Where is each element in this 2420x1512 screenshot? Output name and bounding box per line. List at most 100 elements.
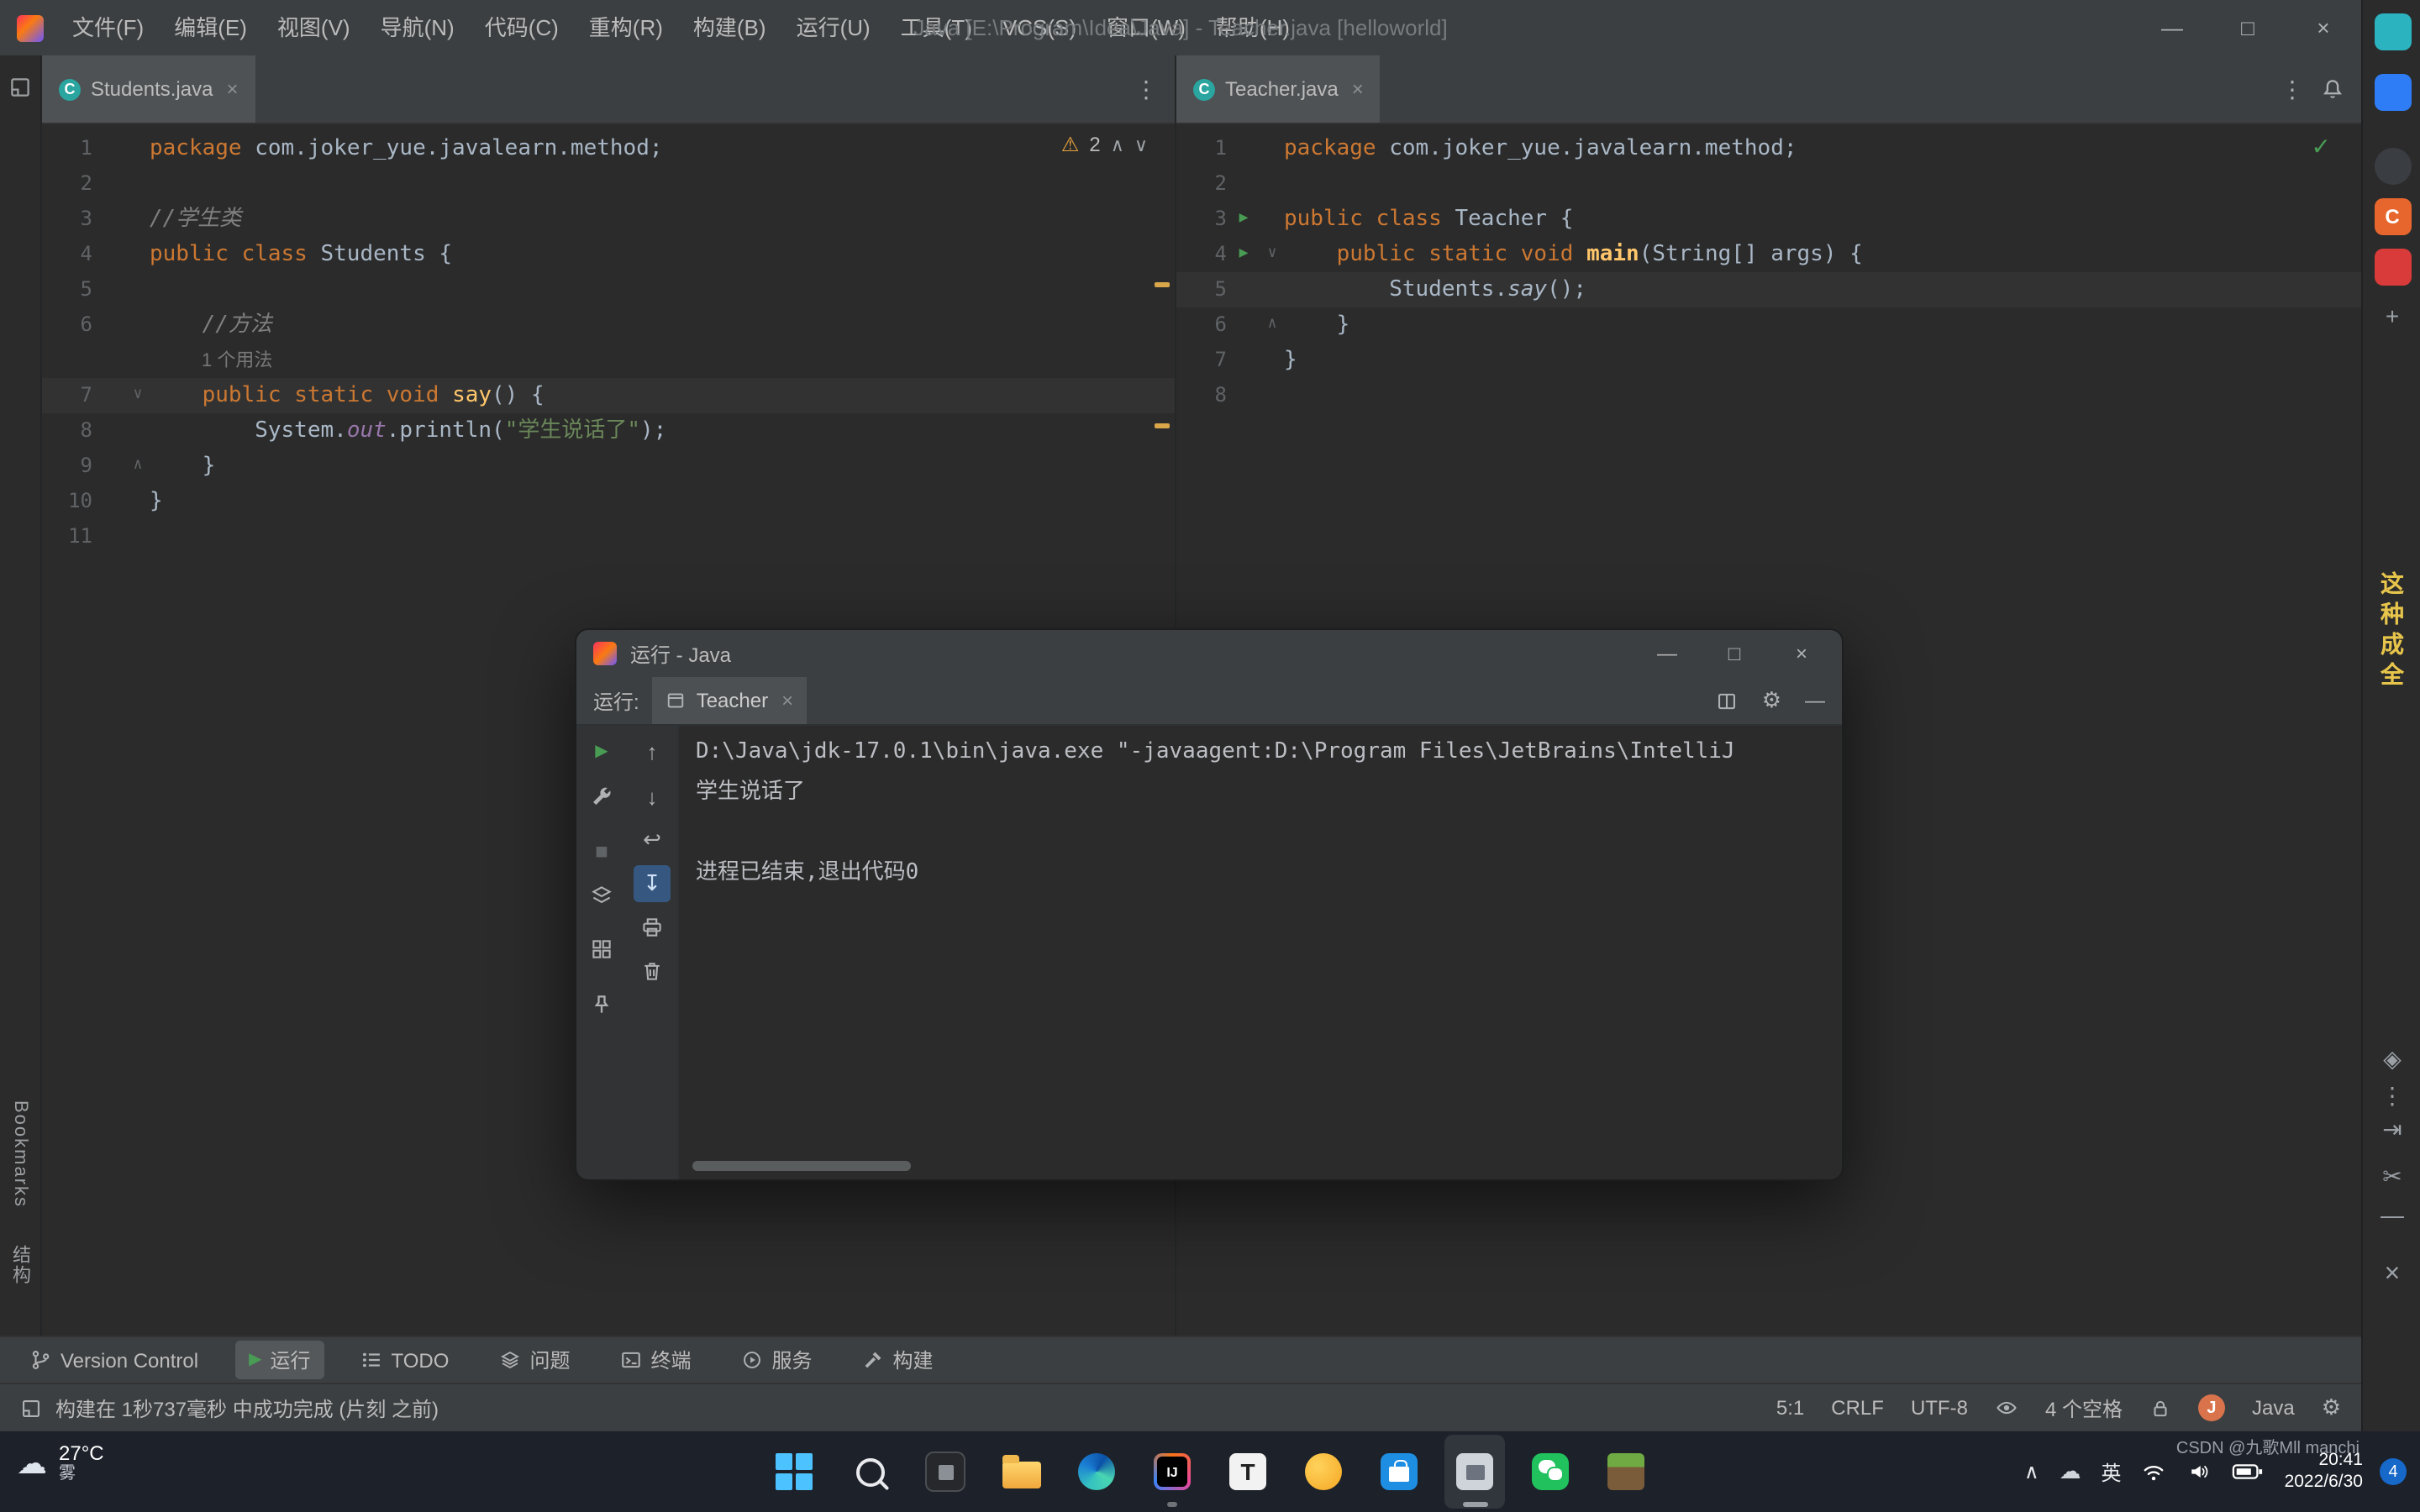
edit-configuration-wrench-icon[interactable] <box>583 778 620 815</box>
language-label[interactable]: Java <box>2252 1396 2295 1420</box>
sidebar-app-icon-3[interactable] <box>2374 148 2411 185</box>
tab-close-icon[interactable]: × <box>781 689 793 712</box>
close-icon[interactable]: × <box>2286 0 2361 55</box>
menu-item-navigate[interactable]: 导航(N) <box>366 0 470 55</box>
code-line[interactable]: 1package com.joker_yue.javalearn.method; <box>42 131 1175 166</box>
inspections-widget[interactable]: ⚠ 2 ∧ ∨ <box>1061 133 1148 156</box>
toolbtn-terminal[interactable]: 终端 <box>607 1341 704 1379</box>
sidebar-close-icon[interactable]: × <box>2385 1260 2401 1290</box>
tab-close-icon[interactable]: × <box>226 77 238 101</box>
snipping-tool-button[interactable] <box>1444 1435 1505 1509</box>
menu-item-file[interactable]: 文件(F) <box>57 0 159 55</box>
run-gutter-icon[interactable]: ▶ <box>1227 237 1260 272</box>
sidebar-app-icon-c[interactable]: C <box>2374 198 2411 235</box>
fold-icon[interactable]: ∨ <box>1260 237 1284 272</box>
task-view-button[interactable] <box>915 1435 976 1509</box>
minecraft-button[interactable] <box>1596 1435 1656 1509</box>
toolbtn-run[interactable]: ▶ 运行 <box>235 1341 324 1379</box>
rerun-button[interactable]: ▶ <box>583 732 620 769</box>
horizontal-scrollbar[interactable] <box>692 1161 911 1171</box>
tool-window-switcher-icon[interactable] <box>20 1397 42 1419</box>
run-tab-teacher[interactable]: Teacher × <box>653 677 807 724</box>
code-line[interactable]: 2 <box>1176 166 2361 202</box>
code-line[interactable]: 8 System.out.println("学生说话了"); <box>42 413 1175 449</box>
read-only-lock-icon[interactable] <box>2149 1397 2171 1419</box>
intellij-taskbar-button[interactable]: IJ <box>1142 1435 1202 1509</box>
sidebar-app-icon-5[interactable] <box>2374 249 2411 286</box>
pin-icon[interactable] <box>583 986 620 1023</box>
status-message[interactable]: 构建在 1秒737毫秒 中成功完成 (片刻 之前) <box>55 1394 439 1422</box>
code-line[interactable]: 10} <box>42 484 1175 519</box>
menu-item-run[interactable]: 运行(U) <box>781 0 886 55</box>
code-line[interactable]: 3//学生类 <box>42 202 1175 237</box>
user-avatar[interactable]: J <box>2198 1394 2225 1421</box>
code-line[interactable]: 9∧ } <box>42 449 1175 484</box>
toolbtn-todo[interactable]: TODO <box>348 1343 463 1377</box>
project-tool-icon[interactable] <box>8 76 32 99</box>
print-icon[interactable] <box>634 909 671 946</box>
search-button[interactable] <box>839 1435 900 1509</box>
close-icon[interactable]: × <box>1768 630 1835 677</box>
edge-button[interactable] <box>1066 1435 1127 1509</box>
sidebar-add-icon[interactable]: + <box>2386 302 2399 329</box>
run-console[interactable]: D:\Java\jdk-17.0.1\bin\java.exe "-javaag… <box>679 726 1842 1179</box>
tab-options-icon[interactable]: ⋮ <box>2264 75 2321 103</box>
menu-item-edit[interactable]: 编辑(E) <box>159 0 262 55</box>
split-view-icon[interactable] <box>1717 690 1739 711</box>
notifications-bell-icon[interactable] <box>2321 77 2361 101</box>
code-line[interactable]: 6 //方法 <box>42 307 1175 343</box>
code-line[interactable]: 8 <box>1176 378 2361 413</box>
indent-style[interactable]: 4 个空格 <box>2045 1394 2123 1422</box>
volume-icon[interactable] <box>2187 1460 2212 1483</box>
tray-expand-icon[interactable]: ∧ <box>2024 1460 2039 1483</box>
code-line[interactable]: 4public class Students { <box>42 237 1175 272</box>
caret-position[interactable]: 5:1 <box>1776 1396 1804 1420</box>
soft-wrap-icon[interactable]: ↩ <box>634 822 671 858</box>
layout-icon[interactable] <box>583 931 620 968</box>
run-gutter-icon[interactable]: ▶ <box>1227 202 1260 237</box>
stop-button[interactable]: ■ <box>583 832 620 869</box>
onedrive-cloud-icon[interactable]: ☁ <box>2060 1458 2081 1485</box>
hide-icon[interactable]: — <box>1805 689 1825 712</box>
typora-button[interactable]: T <box>1218 1435 1278 1509</box>
file-encoding[interactable]: UTF-8 <box>1911 1396 1968 1420</box>
maximize-icon[interactable]: □ <box>1701 630 1768 677</box>
fold-icon[interactable]: ∧ <box>126 449 150 484</box>
run-window-titlebar[interactable]: 运行 - Java — □ × <box>576 630 1842 677</box>
settings-gear-icon[interactable]: ⚙ <box>2322 1394 2341 1421</box>
maximize-icon[interactable]: □ <box>2210 0 2286 55</box>
sidebar-more-icon[interactable]: ⋮ <box>2381 1082 2404 1110</box>
bookmarks-tool-button[interactable]: Bookmarks <box>10 1100 30 1208</box>
minimize-icon[interactable]: — <box>2134 0 2210 55</box>
battery-icon[interactable] <box>2233 1462 2265 1482</box>
code-line[interactable]: 4▶∨ public static void main(String[] arg… <box>1176 237 2361 272</box>
sidebar-app-icon-1[interactable] <box>2374 13 2411 50</box>
highlight-level-icon[interactable] <box>1995 1396 2018 1420</box>
wifi-icon[interactable] <box>2142 1461 2167 1483</box>
code-line[interactable]: 1package com.joker_yue.javalearn.method; <box>1176 131 2361 166</box>
dump-threads-icon[interactable] <box>583 877 620 914</box>
inspections-ok-icon[interactable]: ✓ <box>2312 133 2331 161</box>
sidebar-cut-icon[interactable]: ✂ <box>2382 1163 2402 1191</box>
sidebar-app-icon-2[interactable] <box>2374 74 2411 111</box>
code-line[interactable]: 11 <box>42 519 1175 554</box>
ime-indicator[interactable]: 英 <box>2102 1457 2122 1486</box>
menu-item-refactor[interactable]: 重构(R) <box>574 0 678 55</box>
scroll-to-end-icon[interactable]: ↧ <box>634 865 671 902</box>
tab-close-icon[interactable]: × <box>1352 77 1364 101</box>
line-separator[interactable]: CRLF <box>1831 1396 1884 1420</box>
sidebar-collapse-icon[interactable]: ⇥ <box>2382 1116 2402 1144</box>
code-line[interactable]: 3▶public class Teacher { <box>1176 202 2361 237</box>
code-line[interactable]: 5 Students.say(); <box>1176 272 2361 307</box>
fold-icon[interactable]: ∨ <box>126 378 150 413</box>
tab-options-icon[interactable]: ⋮ <box>1118 75 1175 103</box>
toolbtn-problems[interactable]: 问题 <box>486 1341 583 1379</box>
inlay-hint-row[interactable]: 1 个用法 <box>42 343 1175 378</box>
amber-app-button[interactable] <box>1293 1435 1354 1509</box>
sidebar-minimize-icon[interactable]: — <box>2381 1201 2404 1228</box>
structure-tool-button[interactable]: 结构 <box>7 1245 34 1285</box>
file-explorer-button[interactable] <box>991 1435 1051 1509</box>
up-stack-icon[interactable]: ↑ <box>634 732 671 769</box>
run-settings-gear-icon[interactable]: ⚙ <box>1762 687 1781 714</box>
widget-icon[interactable]: ◈ <box>2383 1045 2402 1074</box>
